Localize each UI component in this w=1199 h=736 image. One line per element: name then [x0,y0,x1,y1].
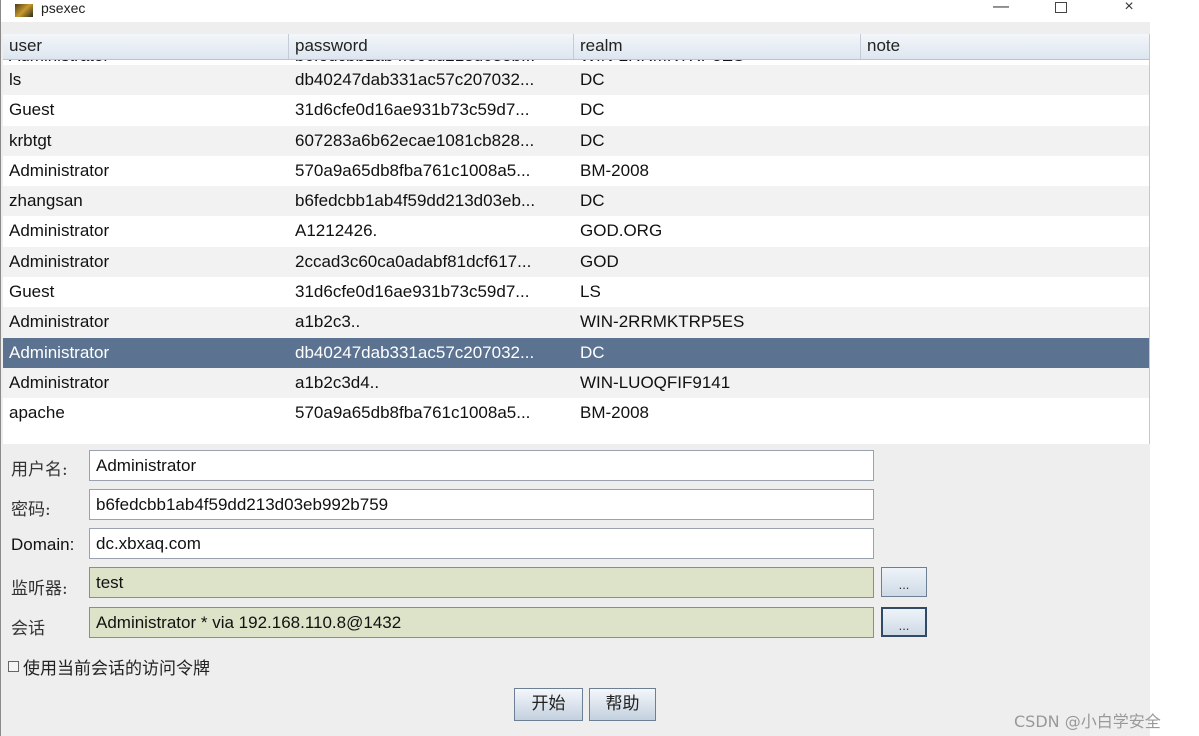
cell-password: a1b2c3d4.. [295,372,380,392]
table-header: user password realm note [3,34,1149,60]
domain-label: Domain: [11,535,75,554]
start-button[interactable]: 开始 [514,688,583,721]
table-row[interactable]: Guest 31d6cfe0d16ae931b73c59d7... LS [3,277,1149,308]
cell-realm: DC [580,130,605,150]
cell-password: 2ccad3c60ca0adabf81dcf617... [295,251,532,271]
cell-user: Administrator [9,342,110,362]
cell-password: 570a9a65db8fba761c1008a5... [295,403,531,423]
domain-field[interactable]: dc.xbxaq.com [89,528,874,559]
table-row[interactable]: Guest 31d6cfe0d16ae931b73c59d7... DC [3,95,1149,126]
cell-password: b6fedcbb1ab4f59dd213d03eb... [295,191,536,211]
minimize-button[interactable]: — [981,0,1021,20]
cell-note [861,398,1149,428]
username-label: 用户名: [11,460,68,480]
column-header-realm[interactable]: realm [574,34,861,59]
cell-realm: DC [580,70,605,89]
cell-user: Administrator [9,221,110,241]
session-field[interactable]: Administrator * via 192.168.110.8@1432 [89,607,874,638]
cell-note [861,126,1149,156]
cell-note [861,186,1149,216]
cell-note [861,65,1149,95]
table-row[interactable]: krbtgt 607283a6b62ecae1081cb828... DC [3,125,1149,156]
title-bar: psexec — × [1,0,1151,22]
username-field[interactable]: Administrator [89,450,874,481]
cell-realm: DC [580,342,605,362]
cell-user: krbtgt [9,130,52,150]
use-token-checkbox[interactable] [8,660,19,672]
table-row[interactable]: zhangsan b6fedcbb1ab4f59dd213d03eb... DC [3,186,1149,217]
window-title: psexec [41,0,86,16]
cell-password: A1212426. [295,221,378,241]
cell-password: 607283a6b62ecae1081cb828... [295,130,535,150]
table-row[interactable]: Administrator 2ccad3c60ca0adabf81dcf617..… [3,246,1149,278]
credentials-table: Administrator b6fedcbb1ab4f59dd213d03eb..… [3,34,1150,444]
cell-note [861,338,1149,368]
cell-realm: GOD [580,251,619,271]
psexec-dialog: psexec — × Administrator b6fedcbb1ab4f59d… [0,0,1151,736]
app-icon [15,4,33,17]
column-header-password[interactable]: password [289,34,574,59]
cell-user: Guest [9,100,55,120]
use-token-label: 使用当前会话的访问令牌 [23,658,210,679]
cell-realm: DC [580,191,605,211]
cell-realm: LS [580,282,601,302]
table-body: Administrator b6fedcbb1ab4f59dd213d03eb..… [3,53,1149,429]
cell-user: zhangsan [9,191,83,211]
cell-password: 570a9a65db8fba761c1008a5... [295,160,531,180]
cell-user: Administrator [9,312,110,332]
column-header-note[interactable]: note [861,34,1149,59]
cell-realm: BM-2008 [580,160,649,180]
cell-note [861,156,1149,186]
cell-note [861,277,1149,307]
cell-user: Administrator [9,372,110,392]
cell-realm: WIN-LUOQFIF9141 [580,372,731,392]
cell-password: 31d6cfe0d16ae931b73c59d7... [295,282,530,302]
cell-user: Administrator [9,251,110,271]
cell-note [861,368,1149,398]
cell-note [861,247,1149,277]
table-row[interactable]: Administrator A1212426. GOD.ORG [3,216,1149,247]
cell-note [861,95,1149,125]
cell-user: apache [9,403,65,423]
listener-label: 监听器: [11,579,68,599]
maximize-button[interactable] [1041,0,1081,20]
cell-user: ls [9,70,22,89]
close-button[interactable]: × [1109,0,1149,20]
cell-realm: WIN-2RRMKTRP5ES [580,312,745,332]
password-field[interactable]: b6fedcbb1ab4f59dd213d03eb992b759 [89,489,874,520]
table-row[interactable]: Administrator a1b2c3.. WIN-2RRMKTRP5ES [3,307,1149,338]
use-token-option[interactable]: 使用当前会话的访问令牌 [8,655,210,679]
maximize-icon [1055,2,1067,13]
cell-password: 31d6cfe0d16ae931b73c59d7... [295,100,530,120]
cell-realm: BM-2008 [580,403,649,423]
cell-password: a1b2c3.. [295,312,361,332]
listener-field[interactable]: test [89,567,874,598]
table-row[interactable]: Administrator db40247dab331ac57c207032...… [3,337,1149,368]
table-row[interactable]: apache 570a9a65db8fba761c1008a5... BM-2008 [3,398,1149,429]
listener-browse-button[interactable]: ... [881,567,927,597]
session-browse-button[interactable]: ... [881,607,927,637]
cell-password: db40247dab331ac57c207032... [295,70,535,89]
table-row[interactable]: ls db40247dab331ac57c207032... DC [3,65,1149,96]
table-row[interactable]: Administrator a1b2c3d4.. WIN-LUOQFIF9141 [3,367,1149,399]
cell-note [861,216,1149,246]
help-button[interactable]: 帮助 [589,688,656,721]
watermark: CSDN @小白学安全 [1014,712,1161,731]
cell-realm: DC [580,100,605,120]
cell-realm: GOD.ORG [580,221,663,241]
cell-password: db40247dab331ac57c207032... [295,342,535,362]
password-label: 密码: [11,500,51,520]
cell-user: Administrator [9,160,110,180]
cell-user: Guest [9,282,55,302]
session-label: 会话 [11,619,45,639]
table-row[interactable]: Administrator 570a9a65db8fba761c1008a5...… [3,155,1149,187]
column-header-user[interactable]: user [3,34,289,59]
cell-note [861,307,1149,337]
